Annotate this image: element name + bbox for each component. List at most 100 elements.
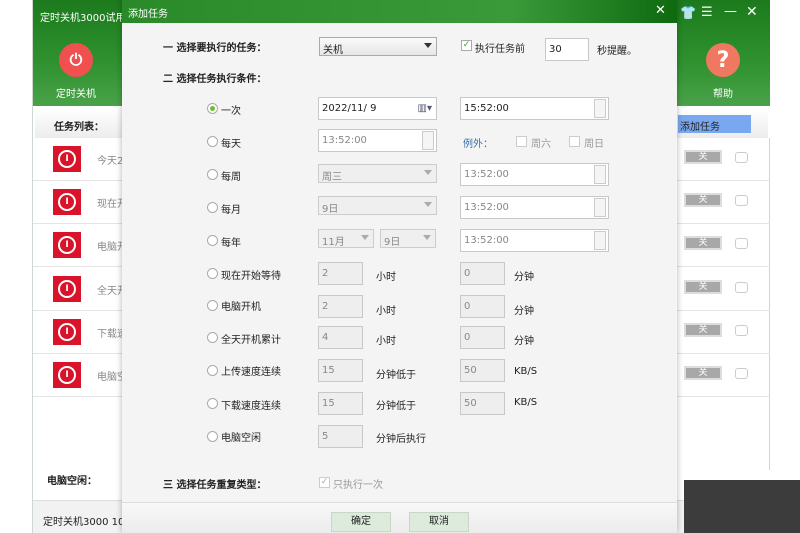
once-time-input[interactable]: 15:52:00 [460,97,609,120]
nav-help[interactable]: 帮助 [713,85,733,100]
menu-icon[interactable]: ☰ [701,5,713,20]
help-icon[interactable]: ? [706,43,740,77]
dialog-footer: 确定 取消 [122,502,677,533]
dialog-title: 添加任务 [128,9,168,20]
download-minutes-input[interactable]: 15 [318,392,363,415]
section-1-label: 一 选择要执行的任务： [163,43,267,54]
radio-idle[interactable] [207,431,218,442]
once-label: 一次 [221,106,241,117]
dialog-titlebar: 添加任务 ✕ [122,0,677,23]
app-title: 定时关机3000试用 [40,13,126,24]
wait-minutes-input[interactable]: 0 [460,262,505,285]
comment-icon[interactable] [735,325,748,336]
cancel-button[interactable]: 取消 [409,512,469,532]
unit-label: 分钟后执行 [376,434,426,445]
saturday-label: 周六 [531,139,551,150]
comment-icon[interactable] [735,195,748,206]
weekly-time-input[interactable]: 13:52:00 [460,163,609,186]
wait-hours-input[interactable]: 2 [318,262,363,285]
download-label: 下载速度连续 [221,401,281,412]
monthly-label: 每月 [221,205,241,216]
skin-icon[interactable]: 👕 [680,6,696,21]
radio-boot[interactable] [207,300,218,311]
task-select[interactable]: 关机 [319,37,437,56]
comment-icon[interactable] [735,238,748,249]
overlay-panel [684,480,800,533]
sunday-label: 周日 [584,139,604,150]
idle-label: 电脑空闲： [47,476,97,487]
saturday-checkbox[interactable] [516,136,527,147]
dialog-close-icon[interactable]: ✕ [655,3,666,18]
sunday-checkbox[interactable] [569,136,580,147]
comment-icon[interactable] [735,152,748,163]
power-icon[interactable]: ⏻ [59,43,93,77]
toggle[interactable]: 关 [684,236,722,250]
yearly-label: 每年 [221,238,241,249]
toggle[interactable]: 关 [684,323,722,337]
radio-weekly[interactable] [207,169,218,180]
unit-label: 分钟 [514,272,534,283]
remind-checkbox[interactable]: ✓ [461,40,472,51]
except-label: 例外： [463,139,493,150]
unit-label: 分钟 [514,336,534,347]
weekday-select[interactable]: 周三 [318,164,437,183]
boot-hours-input[interactable]: 2 [318,295,363,318]
power-icon: I [53,146,81,172]
close-icon[interactable]: ✕ [746,4,758,20]
section-2-label: 二 选择任务执行条件： [163,74,267,85]
daily-time-input[interactable]: 13:52:00 [318,129,437,152]
download-speed-input[interactable]: 50 [460,392,505,415]
power-icon: I [53,362,81,388]
unit-label: KB/S [514,397,538,408]
month-select[interactable]: 11月 [318,229,374,248]
weekly-label: 每周 [221,172,241,183]
upload-label: 上传速度连续 [221,367,281,378]
idle-minutes-input[interactable]: 5 [318,425,363,448]
comment-icon[interactable] [735,368,748,379]
radio-yearly[interactable] [207,235,218,246]
date-picker[interactable]: 2022/11/ 9 ▥▾ [318,97,437,120]
ok-button[interactable]: 确定 [331,512,391,532]
radio-uptime[interactable] [207,332,218,343]
toggle[interactable]: 关 [684,366,722,380]
power-icon: I [53,232,81,258]
unit-label: 分钟低于 [376,370,416,381]
toggle[interactable]: 关 [684,150,722,164]
upload-speed-input[interactable]: 50 [460,359,505,382]
power-icon: I [53,276,81,302]
yearly-time-input[interactable]: 13:52:00 [460,229,609,252]
radio-daily[interactable] [207,136,218,147]
unit-label: 小时 [376,306,396,317]
daily-label: 每天 [221,139,241,150]
nav-shutdown[interactable]: 定时关机 [56,85,96,100]
power-icon: I [53,189,81,215]
minimize-icon[interactable]: — [724,4,737,19]
uptime-minutes-input[interactable]: 0 [460,326,505,349]
radio-download[interactable] [207,398,218,409]
unit-label: 小时 [376,336,396,347]
boot-minutes-input[interactable]: 0 [460,295,505,318]
once-only-label: 只执行一次 [333,480,383,491]
toggle[interactable]: 关 [684,280,722,294]
add-task-button[interactable]: 添加任务 [678,115,751,133]
upload-minutes-input[interactable]: 15 [318,359,363,382]
toggle[interactable]: 关 [684,193,722,207]
remind-seconds-input[interactable]: 30 [545,38,589,61]
monthday-select[interactable]: 9日 [318,196,437,215]
comment-icon[interactable] [735,282,748,293]
unit-label: 小时 [376,272,396,283]
once-only-checkbox[interactable]: ✓ [319,477,330,488]
radio-wait[interactable] [207,268,218,279]
radio-monthly[interactable] [207,202,218,213]
idle-label: 电脑空闲 [221,433,261,444]
uptime-hours-input[interactable]: 4 [318,326,363,349]
remind-suffix: 秒提醒。 [597,46,637,57]
monthly-time-input[interactable]: 13:52:00 [460,196,609,219]
section-3-label: 三 选择任务重复类型： [163,480,267,491]
radio-once[interactable] [207,103,218,114]
day-select[interactable]: 9日 [380,229,436,248]
radio-upload[interactable] [207,365,218,376]
remind-label: 执行任务前 [475,44,525,55]
calendar-icon: ▥▾ [417,103,432,114]
add-task-dialog: 添加任务 ✕ 一 选择要执行的任务： 关机 ✓ 执行任务前 30 秒提醒。 二 … [122,0,677,533]
